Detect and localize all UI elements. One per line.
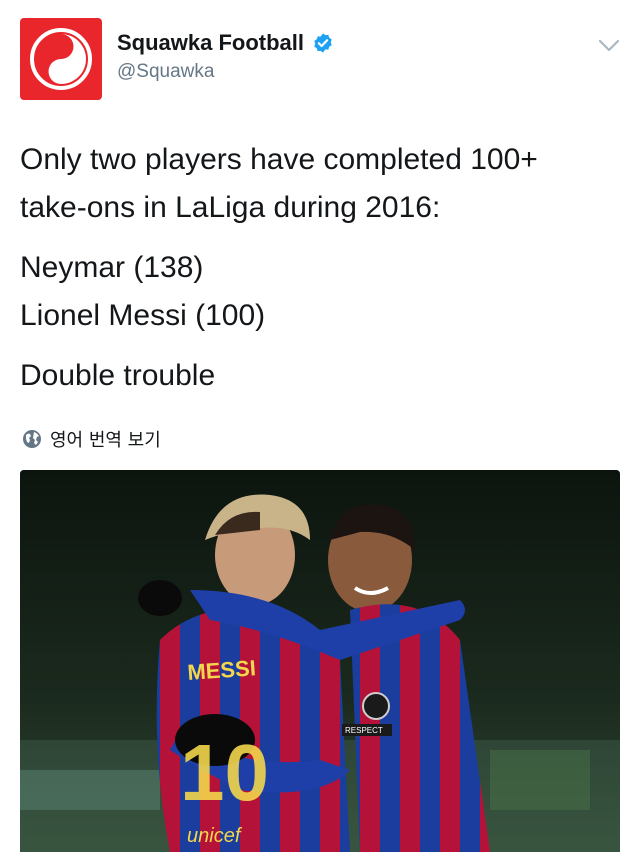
- chevron-down-icon[interactable]: [597, 38, 621, 54]
- tweet-line: take-ons in LaLiga during 2016:: [20, 191, 441, 224]
- verified-badge-icon: [314, 33, 332, 53]
- translate-link[interactable]: 영어 번역 보기: [22, 426, 161, 452]
- jersey-patch: RESPECT: [345, 726, 383, 735]
- globe-icon: [23, 430, 41, 448]
- author-name-row[interactable]: Squawka Football: [117, 30, 334, 56]
- tweet-text: Only two players have completed 100+ tak…: [20, 136, 620, 400]
- avatar[interactable]: [20, 18, 102, 100]
- tweet-line: Only two players have completed 100+: [20, 143, 538, 176]
- translate-label[interactable]: 영어 번역 보기: [50, 426, 161, 452]
- jersey-name: MESSI: [187, 655, 257, 685]
- squawka-logo: [30, 28, 92, 90]
- author-handle[interactable]: @Squawka: [117, 61, 214, 83]
- jersey-number: 10: [180, 728, 269, 817]
- players-photo: MESSI 10 unicef RESPECT: [20, 470, 620, 852]
- author-display-name[interactable]: Squawka Football: [117, 30, 304, 56]
- jersey-sponsor: unicef: [187, 825, 243, 847]
- tweet-line: Lionel Messi (100): [20, 299, 266, 332]
- tweet-line: Double trouble: [20, 359, 216, 392]
- tweet-line: Neymar (138): [20, 251, 204, 284]
- tweet-photo[interactable]: MESSI 10 unicef RESPECT: [20, 470, 620, 852]
